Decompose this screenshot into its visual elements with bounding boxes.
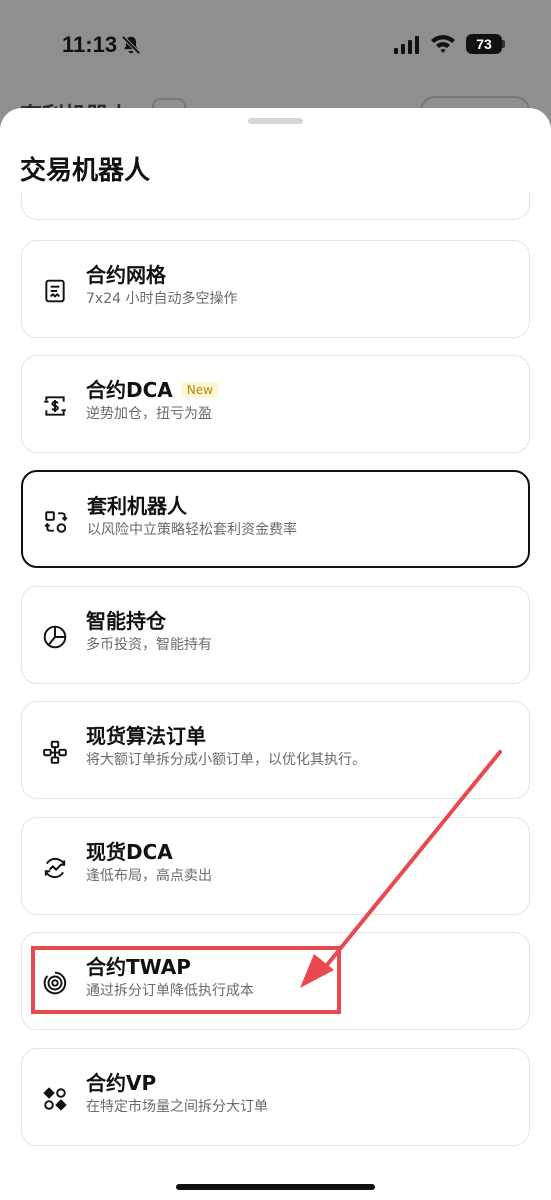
bot-card-futures-vp[interactable]: 合约VP 在特定市场量之间拆分大订单 — [21, 1048, 530, 1146]
bot-card-futures-dca[interactable]: 合约DCA New 逆势加仓，扭亏为盈 — [21, 355, 530, 453]
bot-card-futures-grid[interactable]: 合约网格 7x24 小时自动多空操作 — [21, 240, 530, 338]
card-title: 现货DCA — [86, 840, 173, 864]
card-subtitle: 以风险中立策略轻松套利资金费率 — [87, 522, 297, 538]
card-title-text: 合约DCA — [86, 378, 173, 402]
dollar-cycle-icon — [44, 396, 66, 416]
card-subtitle: 将大额订单拆分成小额订单，以优化其执行。 — [86, 752, 366, 768]
home-indicator — [176, 1184, 375, 1190]
card-title: 合约网格 — [86, 263, 166, 287]
wifi-icon — [431, 35, 455, 53]
signal-icon — [394, 36, 419, 54]
algo-split-icon — [43, 740, 67, 764]
card-subtitle: 多币投资，智能持有 — [86, 637, 212, 653]
status-time: 11:13 — [62, 32, 118, 57]
card-title: 现货算法订单 — [86, 724, 206, 748]
partial-card-top[interactable] — [21, 192, 530, 220]
pie-chart-icon — [43, 625, 67, 649]
cycle-chart-icon — [44, 857, 66, 879]
battery-cap — [502, 40, 505, 48]
grid-document-icon — [45, 279, 65, 303]
card-title: 智能持仓 — [86, 609, 166, 633]
card-title: 合约DCA New — [86, 374, 219, 403]
vp-icon — [43, 1087, 67, 1111]
trading-bot-sheet: 交易机器人 合约网格 7x24 小时自动多空操作 合约DCA New 逆势加仓，扭… — [0, 108, 551, 1200]
battery-icon: 73 — [466, 34, 502, 54]
bot-card-spot-dca[interactable]: 现货DCA 逢低布局，高点卖出 — [21, 817, 530, 915]
status-bar: 11:13 73 — [0, 0, 551, 92]
bell-muted-icon — [121, 35, 141, 55]
card-subtitle: 逆势加仓，扭亏为盈 — [86, 406, 212, 422]
bot-card-arbitrage[interactable]: 套利机器人 以风险中立策略轻松套利资金费率 — [21, 470, 530, 568]
card-subtitle: 在特定市场量之间拆分大订单 — [86, 1099, 268, 1115]
sheet-title: 交易机器人 — [20, 156, 151, 186]
card-subtitle: 7x24 小时自动多空操作 — [86, 291, 238, 307]
annotation-highlight-box — [31, 946, 341, 1014]
arbitrage-icon — [44, 511, 68, 533]
bot-card-spot-algo[interactable]: 现货算法订单 将大额订单拆分成小额订单，以优化其执行。 — [21, 701, 530, 799]
card-subtitle: 逢低布局，高点卖出 — [86, 868, 212, 884]
new-badge: New — [180, 382, 219, 398]
card-title: 套利机器人 — [87, 494, 187, 518]
bot-card-smart-portfolio[interactable]: 智能持仓 多币投资，智能持有 — [21, 586, 530, 684]
card-title: 合约VP — [86, 1071, 157, 1095]
sheet-grabber[interactable] — [248, 118, 303, 124]
